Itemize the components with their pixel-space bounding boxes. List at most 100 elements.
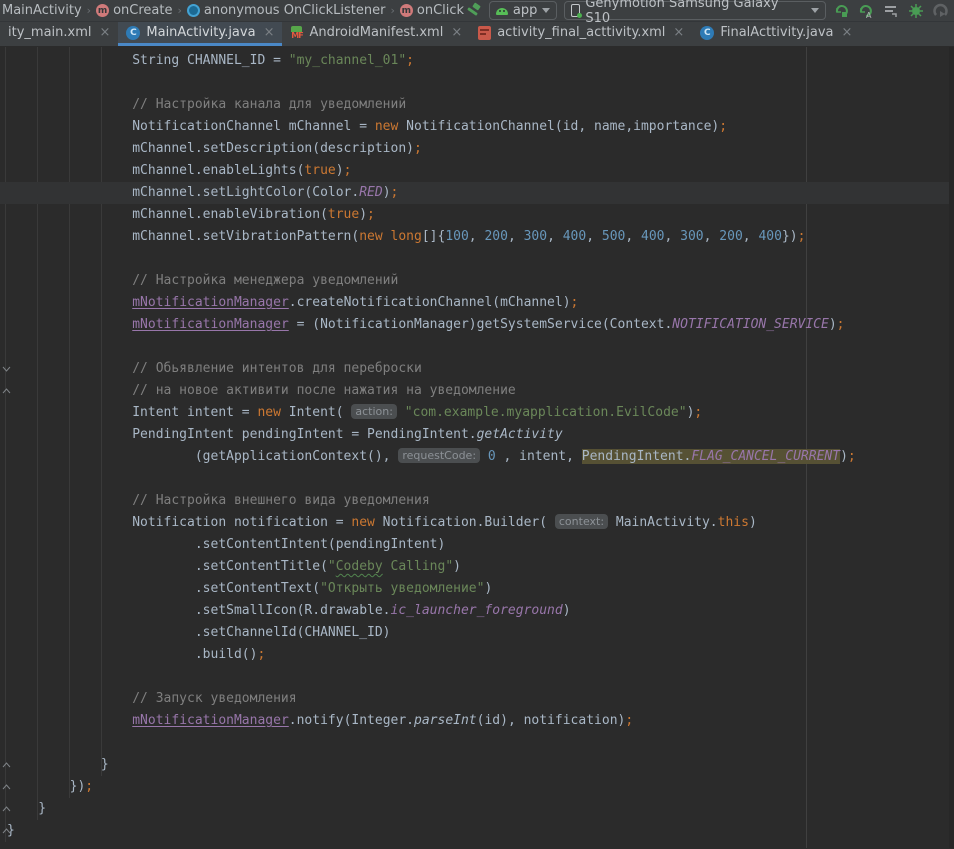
code-token: ;: [257, 647, 265, 662]
code-token: ): [563, 603, 571, 618]
code-token: true: [304, 163, 335, 178]
code-token: 400: [563, 229, 586, 244]
code-token: .setChannelId(CHANNEL_ID): [7, 625, 391, 640]
code-token: ;: [367, 207, 375, 222]
code-token: .build(): [7, 647, 257, 662]
code-token: ): [840, 449, 848, 464]
tab-finalacttivity-java[interactable]: CFinalActtivity.java×: [692, 22, 860, 46]
code-token: NOTIFICATION_SERVICE: [672, 317, 829, 332]
code-token: ,: [469, 229, 485, 244]
code-token: ): [749, 515, 757, 530]
attach-debugger-button[interactable]: [907, 2, 925, 20]
breadcrumb-item-mainactivity[interactable]: MainActivity: [2, 3, 82, 18]
code-token: ;: [391, 185, 399, 200]
java-class-icon: C: [126, 26, 140, 40]
code-token: mNotificationManager: [132, 317, 289, 332]
close-icon[interactable]: ×: [99, 25, 110, 40]
code-token: .notify(Integer.: [289, 713, 414, 728]
apply-changes-icon: [834, 3, 850, 19]
apply-code-changes-button[interactable]: A: [858, 2, 876, 20]
code-token: ): [336, 163, 344, 178]
tab-activity-final-acttivity-xml[interactable]: activity_final_acttivity.xml×: [470, 22, 692, 46]
code-token: [397, 405, 405, 420]
close-icon[interactable]: ×: [842, 25, 853, 40]
code-lines: String CHANNEL_ID = "my_channel_01"; // …: [0, 50, 954, 842]
editor-scrollbar[interactable]: [949, 47, 954, 848]
chevron-down-icon: [542, 8, 550, 13]
code-line: // Настройка внешнего вида уведомления: [0, 490, 954, 512]
breadcrumb-item-oncreate[interactable]: m onCreate: [96, 3, 172, 18]
code-line: [0, 732, 954, 754]
code-line: }: [0, 820, 954, 842]
code-line: mNotificationManager.notify(Integer.pars…: [0, 710, 954, 732]
code-token: ic_launcher_foreground: [391, 603, 563, 618]
code-line: mChannel.setLightColor(Color.RED);: [0, 182, 954, 204]
code-line: [0, 336, 954, 358]
code-token: action:: [351, 404, 397, 419]
code-token: (id), notification): [477, 713, 626, 728]
code-token: .setContentText(: [7, 581, 320, 596]
code-line: String CHANNEL_ID = "my_channel_01";: [0, 50, 954, 72]
apply-changes-button[interactable]: [833, 2, 851, 20]
run-configuration-select[interactable]: app: [489, 1, 557, 20]
svg-text:A: A: [866, 11, 872, 19]
code-token: context:: [555, 514, 608, 529]
breadcrumb-label: onCreate: [113, 3, 172, 18]
code-token: // Настройка внешнего вида уведомления: [7, 493, 430, 508]
method-icon: m: [96, 4, 109, 17]
breadcrumb: MainActivity›monCreate›anonymous OnClick…: [2, 3, 464, 18]
code-token: Intent intent =: [7, 405, 257, 420]
code-token: mChannel.enableLights(: [7, 163, 304, 178]
build-button[interactable]: [464, 2, 482, 20]
breadcrumb-label: onClick: [417, 3, 464, 18]
manifest-letters: MF: [290, 32, 303, 40]
stop-button[interactable]: [932, 2, 950, 20]
code-token: [480, 449, 488, 464]
tab-label: FinalActtivity.java: [720, 25, 833, 40]
fold-up-icon[interactable]: [1, 380, 11, 402]
code-token: ): [484, 581, 492, 596]
tab-ity-main-xml[interactable]: ity_main.xml×: [0, 22, 118, 46]
code-token: new: [359, 229, 382, 244]
code-editor[interactable]: String CHANNEL_ID = "my_channel_01"; // …: [0, 47, 954, 848]
code-line: mChannel.setDescription(description);: [0, 138, 954, 160]
close-icon[interactable]: ×: [264, 25, 275, 40]
navigation-bar: MainActivity›monCreate›anonymous OnClick…: [0, 0, 954, 22]
editor-tab-bar: ity_main.xml×CMainActivity.java×MFAndroi…: [0, 22, 954, 47]
tab-androidmanifest-xml[interactable]: MFAndroidManifest.xml×: [282, 22, 470, 46]
code-token: // Настройка канала для уведомлений: [7, 97, 406, 112]
breadcrumb-separator: ›: [176, 4, 182, 17]
breadcrumb-item-anonymous-onclicklistener[interactable]: anonymous OnClickListener: [187, 3, 386, 18]
code-token: Calling": [383, 559, 453, 574]
code-token: = (NotificationManager)getSystemService(…: [289, 317, 673, 332]
code-token: }): [782, 229, 798, 244]
code-line: // Настройка менеджера уведомлений: [0, 270, 954, 292]
code-line: [0, 248, 954, 270]
code-line: Notification notification = new Notifica…: [0, 512, 954, 534]
tab-mainactivity-java[interactable]: CMainActivity.java×: [118, 22, 282, 46]
code-line: [0, 72, 954, 94]
code-token: ;: [85, 779, 93, 794]
device-select[interactable]: Genymotion Samsung Galaxy S10: [564, 1, 825, 20]
code-token: RED: [359, 185, 382, 200]
code-token: mNotificationManager: [132, 713, 289, 728]
code-token: true: [328, 207, 359, 222]
breadcrumb-separator: ›: [389, 4, 395, 17]
fold-up-icon[interactable]: [1, 798, 11, 820]
code-line: .setContentIntent(pendingIntent): [0, 534, 954, 556]
fold-down-icon[interactable]: [1, 358, 11, 380]
code-line: }: [0, 798, 954, 820]
fold-up-icon[interactable]: [1, 754, 11, 776]
fold-up-icon[interactable]: [1, 820, 11, 842]
code-token: 400: [641, 229, 664, 244]
profiler-button[interactable]: [882, 2, 900, 20]
close-icon[interactable]: ×: [451, 25, 462, 40]
breadcrumb-item-onclick[interactable]: monClick: [400, 3, 464, 18]
code-line: mChannel.enableLights(true);: [0, 160, 954, 182]
close-icon[interactable]: ×: [673, 25, 684, 40]
code-token: NotificationChannel mChannel =: [7, 119, 375, 134]
code-token: .createNotificationChannel(mChannel): [289, 295, 571, 310]
run-configuration-label: app: [513, 3, 537, 18]
code-token: 500: [602, 229, 625, 244]
fold-up-icon[interactable]: [1, 776, 11, 798]
